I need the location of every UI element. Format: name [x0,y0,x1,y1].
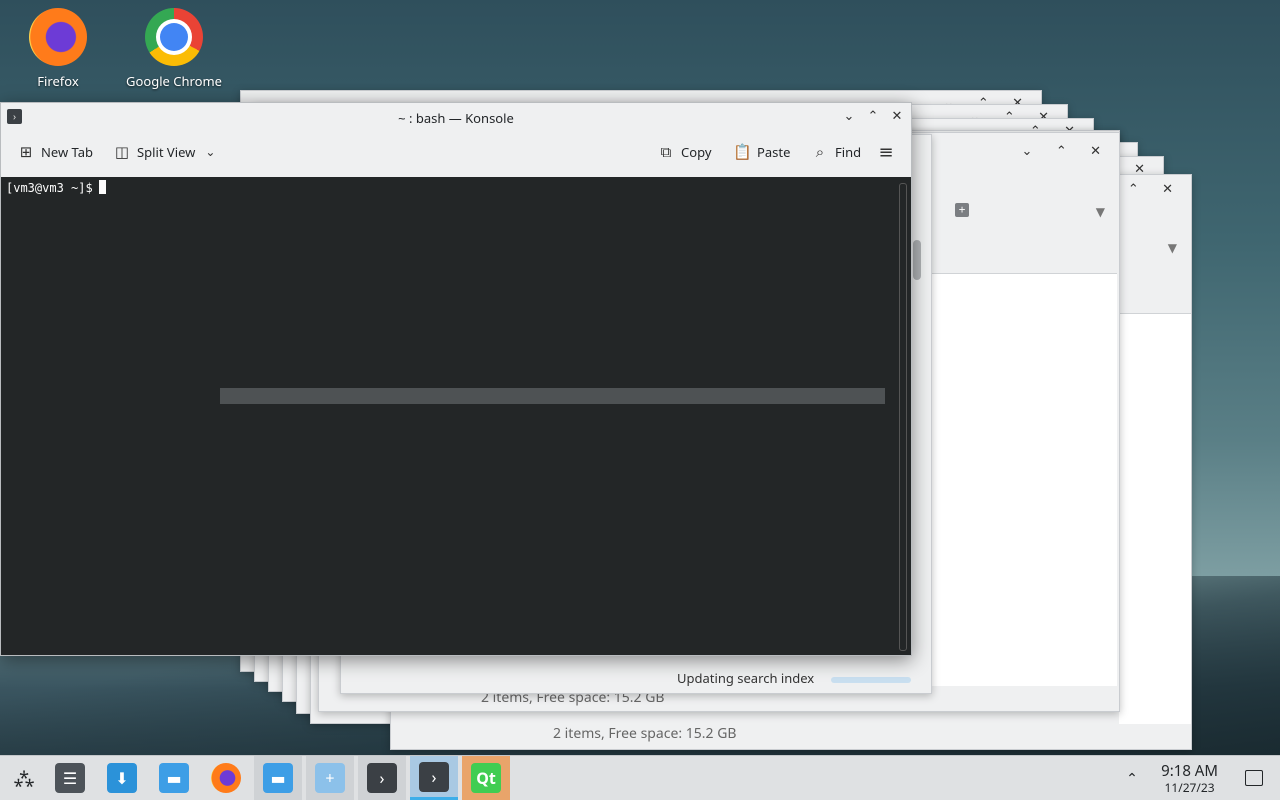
find-label: Find [835,143,862,161]
terminal-scrollbar[interactable] [899,183,907,651]
split-view-icon: ◫ [114,142,130,162]
task-file-manager-new[interactable]: + [306,756,354,800]
task-konsole-active[interactable]: › [410,756,458,800]
folder-add-icon: + [315,763,345,793]
progress-bar [831,677,911,683]
settings-icon: ☰ [55,763,85,793]
qt-icon: Qt [471,763,501,793]
split-view-label: Split View [137,143,196,161]
task-firefox[interactable] [202,756,250,800]
task-konsole-1[interactable]: › [358,756,406,800]
prompt-text: [vm3@vm3 ~]$ [6,181,93,195]
terminal-prompt: [vm3@vm3 ~]$ [6,180,106,195]
new-tab-button[interactable]: ⊞ New Tab [17,143,93,161]
task-system-settings[interactable]: ☰ [46,756,94,800]
store-icon: ⬇ [107,763,137,793]
paste-icon: 📋 [733,142,752,162]
firefox-icon [29,8,87,66]
window-controls[interactable]: ⌄ ⌃ ✕ [1022,141,1111,159]
clock-date: 11/27/23 [1164,779,1215,796]
desktop-icon-label: Google Chrome [126,72,222,90]
task-dolphin[interactable]: ▬ [150,756,198,800]
minimize-button[interactable]: ⌄ [841,107,857,123]
desktop-icon-chrome[interactable]: Google Chrome [124,8,224,90]
add-icon[interactable]: + [955,203,969,217]
show-desktop-icon [1245,770,1263,786]
hamburger-menu-icon: ≡ [878,140,894,164]
file-view-panel [931,273,1117,686]
app-launcher-button[interactable]: ⁂ [0,756,48,800]
scrollbar-thumb[interactable] [913,240,921,280]
dropdown-arrow-icon[interactable]: ▼ [1096,203,1105,220]
status-bar-text: Updating search index [677,669,815,687]
overlay-bar [220,388,885,404]
toolbar: ⊞ New Tab ◫ Split View ⌄ ⧉ Copy 📋 Paste … [1,131,911,175]
taskbar: ⁂ ☰ ⬇ ▬ ▬ + › › Qt ⌃ 9:18 AM 11/27/23 [0,755,1280,800]
konsole-window[interactable]: › ~ : bash — Konsole ⌄ ⌃ ✕ ⊞ New Tab ◫ S… [0,102,912,656]
terminal-icon: › [367,763,397,793]
task-qt-app[interactable]: Qt [462,756,510,800]
window-title: ~ : bash — Konsole [398,109,514,127]
title-bar[interactable]: › ~ : bash — Konsole ⌄ ⌃ ✕ [1,103,911,131]
launcher-icon: ⁂ [13,766,35,790]
new-tab-icon: ⊞ [19,142,33,162]
desktop-icon-firefox[interactable]: Firefox [8,8,108,90]
show-desktop-button[interactable] [1232,756,1276,800]
file-view-panel [1119,313,1191,724]
chevron-down-icon[interactable]: ⌄ [201,143,219,161]
clock-time: 9:18 AM [1161,761,1218,781]
chevron-up-icon: ⌃ [1126,768,1138,788]
split-view-button[interactable]: ◫ Split View ⌄ [113,143,219,161]
firefox-icon [211,763,241,793]
copy-icon: ⧉ [660,142,672,162]
dropdown-arrow-icon[interactable]: ▼ [1168,239,1177,256]
copy-label: Copy [681,143,712,161]
desktop-icon-label: Firefox [37,72,79,90]
status-bar-text: 2 items, Free space: 15.2 GB [553,724,737,743]
copy-button[interactable]: ⧉ Copy [657,142,712,162]
task-file-manager-open[interactable]: ▬ [254,756,302,800]
terminal-area[interactable]: [vm3@vm3 ~]$ [1,177,911,655]
text-cursor [98,180,106,194]
task-discover[interactable]: ⬇ [98,756,146,800]
close-button[interactable]: ✕ [889,107,905,123]
paste-button[interactable]: 📋 Paste [733,143,790,161]
new-tab-label: New Tab [41,143,94,161]
chrome-icon [145,8,203,66]
paste-label: Paste [757,143,791,161]
find-button[interactable]: ⌕ Find [811,143,861,161]
folder-icon: ▬ [159,763,189,793]
system-tray-expand-button[interactable]: ⌃ [1110,756,1154,800]
clock[interactable]: 9:18 AM 11/27/23 [1161,761,1218,796]
hamburger-menu-button[interactable]: ≡ [877,143,895,161]
maximize-button[interactable]: ⌃ [865,107,881,123]
terminal-icon: › [419,761,449,792]
search-icon: ⌕ [815,142,825,162]
folder-icon: ▬ [263,763,293,793]
